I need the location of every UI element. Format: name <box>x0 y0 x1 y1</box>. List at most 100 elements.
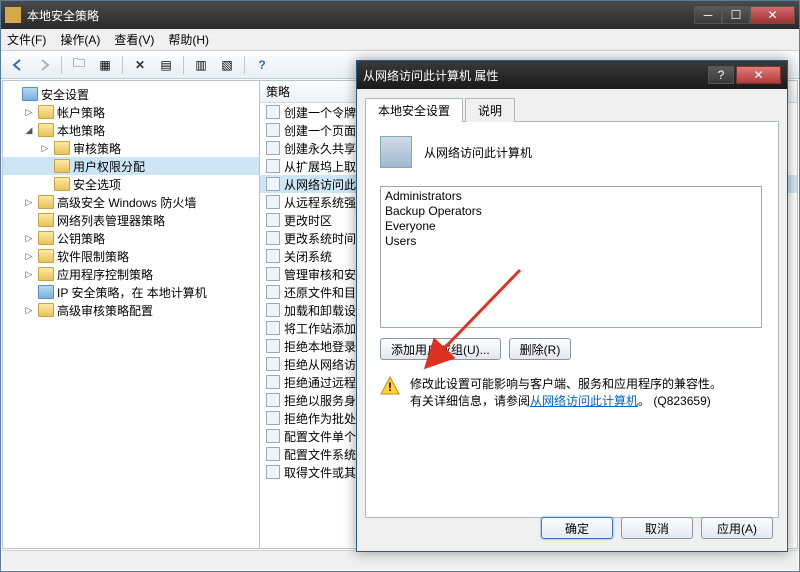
tree-item[interactable]: ▷ 软件限制策略 <box>3 247 259 265</box>
folder-icon <box>38 105 54 119</box>
folder-icon <box>38 195 54 209</box>
list-item-label: 拒绝以服务身 <box>284 392 356 409</box>
menu-help[interactable]: 帮助(H) <box>168 31 209 48</box>
dialog-titlebar[interactable]: 从网络访问此计算机 属性 ? ✕ <box>357 61 787 89</box>
policy-item-icon <box>266 411 280 425</box>
help-button[interactable]: ? <box>251 54 273 76</box>
export-button[interactable]: ▧ <box>216 54 238 76</box>
policy-item-icon <box>266 123 280 137</box>
remove-button[interactable]: 删除(R) <box>509 338 572 360</box>
cancel-button[interactable]: 取消 <box>621 517 693 539</box>
policy-item-icon <box>266 177 280 191</box>
refresh-button[interactable]: ▥ <box>190 54 212 76</box>
tree-item-label: 软件限制策略 <box>57 248 129 265</box>
policy-item-icon <box>266 231 280 245</box>
tree-root[interactable]: 安全设置 <box>3 85 259 103</box>
tree-item[interactable]: ▷ 应用程序控制策略 <box>3 265 259 283</box>
list-item-label: 创建一个令牌 <box>284 104 356 121</box>
user-list-item[interactable]: Everyone <box>385 219 757 234</box>
policy-item-icon <box>266 141 280 155</box>
list-item-label: 从远程系统强 <box>284 194 356 211</box>
tree-toggle-icon[interactable]: ◢ <box>23 125 35 136</box>
tree-toggle-icon[interactable]: ▷ <box>23 251 35 262</box>
folder-icon <box>38 123 54 137</box>
tree-item[interactable]: ◢本地策略 <box>3 121 259 139</box>
tab-explain[interactable]: 说明 <box>465 98 515 122</box>
forward-button[interactable] <box>33 54 55 76</box>
policy-item-icon <box>266 303 280 317</box>
tree-item[interactable]: IP 安全策略，在 本地计算机 <box>3 283 259 301</box>
close-button[interactable]: ✕ <box>750 6 795 24</box>
add-user-button[interactable]: 添加用户或组(U)... <box>380 338 501 360</box>
tree-item-label: 公钥策略 <box>57 230 105 247</box>
svg-text:!: ! <box>388 380 392 394</box>
list-item-label: 创建永久共享 <box>284 140 356 157</box>
policy-item-icon <box>266 447 280 461</box>
user-list-item[interactable]: Backup Operators <box>385 204 757 219</box>
dialog-tabs: 本地安全设置 说明 <box>365 97 779 122</box>
tree-toggle-icon[interactable]: ▷ <box>23 305 35 316</box>
tree-toggle-icon[interactable]: ▷ <box>23 269 35 280</box>
policy-item-icon <box>266 339 280 353</box>
app-icon <box>5 7 21 23</box>
folder-icon <box>38 249 54 263</box>
menu-action[interactable]: 操作(A) <box>60 31 100 48</box>
show-hide-tree-button[interactable]: ▦ <box>94 54 116 76</box>
maximize-button[interactable]: ☐ <box>722 6 750 24</box>
user-list-item[interactable]: Administrators <box>385 189 757 204</box>
tree-toggle-icon[interactable]: ▷ <box>23 107 35 118</box>
back-button[interactable] <box>7 54 29 76</box>
tree-pane[interactable]: 安全设置 ▷ 帐户策略◢本地策略▷审核策略用户权限分配安全选项 ▷ 高级安全 Wind… <box>2 80 260 549</box>
warning-text: 修改此设置可能影响与客户端、服务和应用程序的兼容性。 有关详细信息，请参阅从网络… <box>410 376 764 410</box>
tree-item-label: 用户权限分配 <box>73 158 145 175</box>
tree-item-label: 高级安全 Windows 防火墙 <box>57 194 196 211</box>
tree-toggle-icon[interactable]: ▷ <box>23 197 35 208</box>
properties-button[interactable]: ▤ <box>155 54 177 76</box>
main-titlebar[interactable]: 本地安全策略 ─ ☐ ✕ <box>1 1 799 29</box>
policy-icon <box>380 136 412 168</box>
list-item-label: 拒绝通过远程 <box>284 374 356 391</box>
minimize-button[interactable]: ─ <box>694 6 722 24</box>
tree-toggle-icon[interactable]: ▷ <box>23 233 35 244</box>
menu-file[interactable]: 文件(F) <box>7 31 46 48</box>
tree-item[interactable]: 用户权限分配 <box>3 157 259 175</box>
policy-item-icon <box>266 267 280 281</box>
list-item-label: 更改系统时间 <box>284 230 356 247</box>
warning-link[interactable]: 从网络访问此计算机 <box>530 394 638 408</box>
tab-content: 从网络访问此计算机 AdministratorsBackup Operators… <box>365 122 779 518</box>
tree-item[interactable]: 安全选项 <box>3 175 259 193</box>
security-root-icon <box>22 87 38 101</box>
user-list[interactable]: AdministratorsBackup OperatorsEveryoneUs… <box>380 186 762 328</box>
list-item-label: 将工作站添加 <box>284 320 356 337</box>
policy-item-icon <box>266 429 280 443</box>
folder-icon <box>38 231 54 245</box>
tree-item-label: 帐户策略 <box>57 104 105 121</box>
ok-button[interactable]: 确定 <box>541 517 613 539</box>
list-item-label: 还原文件和目 <box>284 284 356 301</box>
list-item-label: 关闭系统 <box>284 248 332 265</box>
tree-toggle-icon[interactable]: ▷ <box>39 143 51 154</box>
policy-item-icon <box>266 321 280 335</box>
list-item-label: 取得文件或其 <box>284 464 356 481</box>
tree-item[interactable]: ▷ 帐户策略 <box>3 103 259 121</box>
policy-item-icon <box>266 285 280 299</box>
up-button[interactable]: 🗀 <box>68 54 90 76</box>
list-item-label: 配置文件单个 <box>284 428 356 445</box>
tree-item[interactable]: 网络列表管理器策略 <box>3 211 259 229</box>
folder-icon <box>38 285 54 299</box>
tab-local-security[interactable]: 本地安全设置 <box>365 98 463 122</box>
user-list-item[interactable]: Users <box>385 234 757 249</box>
policy-item-icon <box>266 105 280 119</box>
window-title: 本地安全策略 <box>27 7 694 24</box>
tree-item[interactable]: ▷ 公钥策略 <box>3 229 259 247</box>
list-item-label: 拒绝从网络访 <box>284 356 356 373</box>
tree-item[interactable]: ▷ 高级安全 Windows 防火墙 <box>3 193 259 211</box>
tree-item[interactable]: ▷高级审核策略配置 <box>3 301 259 319</box>
menu-view[interactable]: 查看(V) <box>114 31 154 48</box>
dialog-close-button[interactable]: ✕ <box>736 66 781 84</box>
tree-item-label: 应用程序控制策略 <box>57 266 153 283</box>
tree-item[interactable]: ▷审核策略 <box>3 139 259 157</box>
dialog-help-button[interactable]: ? <box>708 66 734 84</box>
delete-button[interactable]: ✕ <box>129 54 151 76</box>
apply-button[interactable]: 应用(A) <box>701 517 773 539</box>
